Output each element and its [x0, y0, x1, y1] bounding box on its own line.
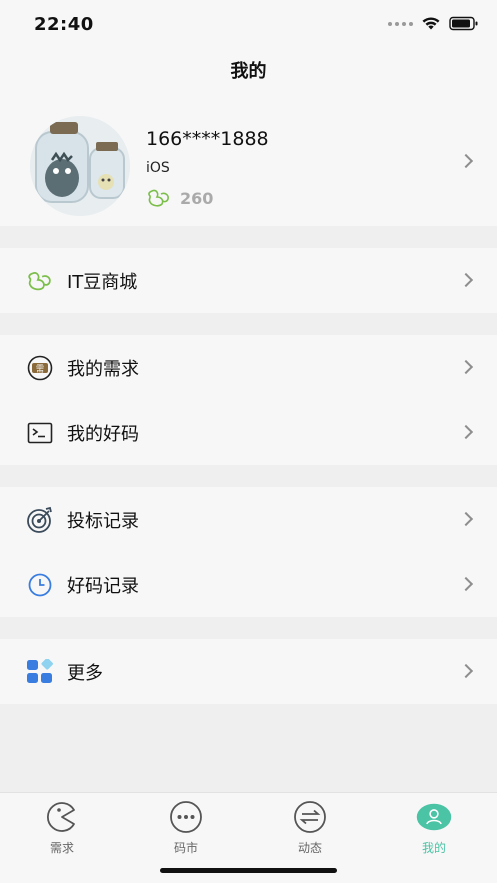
menu-item-code-records[interactable]: 好码记录	[0, 552, 497, 617]
swap-arrows-icon	[292, 799, 328, 835]
menu-item-my-demands[interactable]: 需 我的需求	[0, 335, 497, 400]
target-icon	[26, 506, 54, 534]
tab-label: 我的	[421, 841, 446, 855]
user-platform: iOS	[146, 160, 170, 176]
menu-item-my-codes[interactable]: 我的好码	[0, 400, 497, 465]
avatar[interactable]	[30, 116, 130, 216]
menu-item-label: 投标记录	[67, 510, 139, 532]
home-indicator[interactable]	[160, 868, 337, 873]
avatar-image	[30, 116, 130, 216]
wifi-icon	[422, 17, 440, 30]
more-section: 更多	[0, 639, 497, 704]
bean-icon	[148, 189, 169, 207]
menu-item-label: 我的需求	[67, 358, 139, 380]
chevron-right-icon	[458, 576, 474, 592]
menu-item-label: 更多	[67, 662, 103, 684]
tab-mine[interactable]: 我的	[372, 799, 496, 856]
pacman-icon	[44, 799, 80, 835]
chevron-right-icon	[458, 359, 474, 375]
status-indicators	[388, 16, 479, 31]
records-section: 投标记录 好码记录	[0, 487, 497, 617]
chevron-right-icon	[458, 153, 474, 169]
menu-item-label: IT豆商城	[67, 271, 138, 293]
chat-dots-icon	[168, 799, 204, 835]
menu-item-label: 好码记录	[67, 575, 139, 597]
status-bar: 22:40	[0, 0, 497, 48]
signal-icon	[388, 21, 413, 26]
clock-icon	[26, 571, 54, 599]
battery-icon	[449, 16, 478, 31]
user-phone: 166****1888	[146, 128, 269, 150]
chevron-right-icon	[458, 511, 474, 527]
svg-text:需: 需	[36, 364, 44, 373]
beans-count: 260	[180, 188, 214, 208]
profile-card[interactable]: 166****1888 iOS 260	[0, 96, 497, 226]
bean-icon	[26, 267, 54, 295]
apps-grid-icon	[26, 658, 54, 686]
beans-balance: 260	[146, 188, 213, 208]
chevron-right-icon	[458, 663, 474, 679]
page-title: 我的	[0, 48, 497, 96]
menu-item-more[interactable]: 更多	[0, 639, 497, 704]
chevron-right-icon	[458, 424, 474, 440]
menu-item-label: 我的好码	[67, 423, 139, 445]
tab-activity[interactable]: 动态	[248, 799, 372, 856]
tab-label: 动态	[297, 841, 322, 855]
tab-code-market[interactable]: 码市	[124, 799, 248, 856]
mall-section: IT豆商城	[0, 248, 497, 313]
demand-icon: 需	[26, 354, 54, 382]
terminal-icon	[26, 419, 54, 447]
tab-label: 码市	[173, 841, 198, 855]
status-time: 22:40	[34, 14, 94, 35]
chevron-right-icon	[458, 272, 474, 288]
tab-demands[interactable]: 需求	[0, 799, 124, 856]
user-icon	[416, 799, 452, 835]
menu-item-bid-records[interactable]: 投标记录	[0, 487, 497, 552]
demands-section: 需 我的需求 我的好码	[0, 335, 497, 465]
menu-item-mall[interactable]: IT豆商城	[0, 248, 497, 313]
tab-label: 需求	[49, 841, 74, 855]
